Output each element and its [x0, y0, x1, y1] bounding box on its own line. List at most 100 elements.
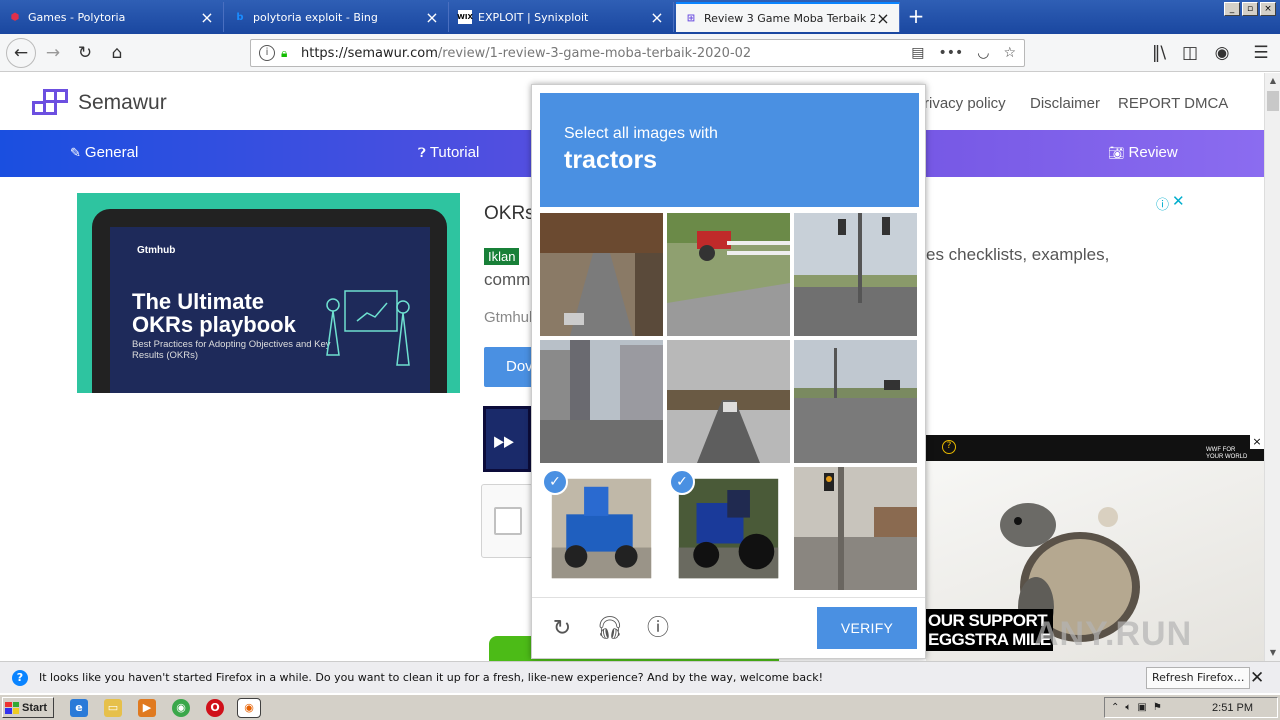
illustration-icon — [326, 290, 410, 366]
close-window-button[interactable]: × — [1260, 2, 1276, 16]
video-close-icon[interactable]: × — [1250, 435, 1264, 449]
okr-ad-banner[interactable]: Gtmhub The Ultimate OKRs playbook Best P… — [77, 193, 460, 393]
ad-brand: Gtmhub — [137, 245, 176, 256]
captcha-tile[interactable] — [794, 213, 917, 336]
start-button[interactable]: Start — [2, 697, 54, 718]
ad-source: Gtmhub — [484, 309, 538, 326]
reader-view-icon[interactable]: ▤ — [911, 45, 924, 61]
ad-info-icon[interactable]: ⓘ — [1156, 194, 1169, 213]
back-button[interactable]: ← — [6, 38, 36, 68]
chrome-icon[interactable]: ◉ — [172, 699, 190, 717]
ad-close-icon[interactable]: ✕ — [1172, 192, 1185, 210]
wwf-logo: WWF FOR YOUR WORLD — [1206, 447, 1248, 460]
help-icon[interactable]: ? — [942, 440, 956, 454]
firefox-icon[interactable]: ◉ — [237, 698, 261, 718]
network-icon[interactable]: ▣ — [1137, 702, 1146, 713]
captcha-tile-selected[interactable]: ✓ — [540, 467, 663, 590]
audio-challenge-icon[interactable]: 🎧︎ — [596, 615, 624, 643]
page-scrollbar[interactable]: ▲ ▼ — [1264, 73, 1280, 661]
home-icon: ⌂ — [111, 43, 123, 63]
scroll-down-icon[interactable]: ▼ — [1265, 645, 1280, 661]
fast-forward-icon: ⏩︎ — [493, 423, 516, 456]
scroll-up-icon[interactable]: ▲ — [1265, 73, 1280, 89]
video-caption-line: EGGSTRA MILE — [928, 630, 1051, 649]
video-caption-line: OUR SUPPORT — [928, 611, 1048, 630]
captcha-target: tractors — [564, 146, 658, 174]
captcha-tile[interactable] — [794, 467, 917, 590]
flag-icon[interactable]: ⚑ — [1153, 702, 1162, 713]
ad-badge: Iklan — [484, 248, 520, 265]
captcha-tile[interactable] — [540, 213, 663, 336]
lock-icon[interactable]: 🔒︎ — [281, 46, 293, 60]
tab-label: polytoria exploit - Bing — [253, 10, 378, 24]
close-tab-icon[interactable]: × — [649, 8, 665, 27]
library-button[interactable]: ‖\ — [1146, 40, 1172, 66]
refresh-firefox-button[interactable]: Refresh Firefox… — [1146, 667, 1251, 689]
disclaimer-link[interactable]: Disclaimer — [1030, 95, 1100, 112]
site-logo[interactable]: Semawur — [32, 89, 167, 117]
bookmark-star-icon[interactable]: ☆ — [1003, 45, 1016, 61]
info-icon[interactable]: i — [259, 45, 275, 61]
captcha-tile[interactable] — [794, 340, 917, 463]
tile-image — [794, 340, 917, 463]
browser-toolbar: ← → ↻ ⌂ i 🔒︎ https://semawur.com/review/… — [0, 34, 1280, 72]
volume-icon[interactable]: 🔈︎ — [1125, 702, 1131, 713]
reload-icon: ↻ — [77, 43, 93, 63]
privacy-policy-link[interactable]: rivacy policy — [924, 95, 1006, 112]
browser-tab-bar: ⬢ Games - Polytoria × b polytoria exploi… — [0, 0, 1280, 34]
url-actions: ▤ ••• ◡ ☆ — [911, 45, 1016, 61]
scrollbar-thumb[interactable] — [1267, 91, 1279, 111]
tile-image — [667, 213, 790, 336]
captcha-checkbox[interactable] — [494, 507, 522, 535]
menu-item-review[interactable]: 📷︎ Review — [1108, 144, 1178, 161]
close-tab-icon[interactable]: × — [424, 8, 440, 27]
captcha-tile[interactable] — [540, 340, 663, 463]
menu-button[interactable]: ☰ — [1248, 40, 1274, 66]
menu-item-general[interactable]: ✎ General — [70, 144, 138, 161]
close-tab-icon[interactable]: × — [199, 8, 215, 27]
reload-button[interactable]: ↻ — [72, 40, 98, 66]
report-dmca-link[interactable]: REPORT DMCA — [1118, 95, 1228, 112]
ad-headline: The Ultimate OKRs playbook — [132, 289, 296, 337]
arrow-right-icon: → — [45, 43, 61, 63]
captcha-tile[interactable] — [667, 340, 790, 463]
page-actions-icon[interactable]: ••• — [938, 45, 963, 61]
captcha-tile-selected[interactable]: ✓ — [667, 467, 790, 590]
tab-games-polytoria[interactable]: ⬢ Games - Polytoria × — [0, 2, 224, 32]
expand-tray-icon[interactable]: ⌃ — [1111, 702, 1119, 713]
home-button[interactable]: ⌂ — [104, 40, 130, 66]
tab-label: Games - Polytoria — [28, 10, 126, 24]
tab-synixploit[interactable]: WIX EXPLOIT | Synixploit × — [450, 2, 674, 32]
video-ad[interactable]: ? × WWF FOR YOUR WORLD OUR SUPPORT EGGST… — [926, 435, 1264, 661]
forward-button[interactable]: → — [40, 40, 66, 66]
tab-review-active[interactable]: ⊞ Review 3 Game Moba Terbaik 2020 × — [676, 2, 900, 32]
account-button[interactable]: ◉ — [1209, 40, 1235, 66]
minimize-button[interactable]: _ — [1224, 2, 1240, 16]
sidebar-icon: ◫ — [1181, 43, 1199, 63]
close-notification-icon[interactable]: ✕ — [1250, 668, 1264, 688]
tab-bing[interactable]: b polytoria exploit - Bing × — [225, 2, 449, 32]
close-tab-icon[interactable]: × — [875, 9, 891, 28]
opera-icon[interactable]: O — [206, 699, 224, 717]
captcha-tile[interactable] — [667, 213, 790, 336]
tile-image — [794, 467, 917, 590]
new-tab-button[interactable]: + — [904, 4, 928, 28]
internet-explorer-icon[interactable]: e — [70, 699, 88, 717]
question-circle-icon: ❓︎ — [418, 144, 426, 160]
url-bar[interactable]: i 🔒︎ https://semawur.com/review/1-review… — [250, 39, 1025, 67]
menu-label: Tutorial — [429, 144, 480, 161]
maximize-button[interactable]: ▫ — [1242, 2, 1258, 16]
url-text[interactable]: https://semawur.com/review/1-review-3-ga… — [301, 46, 911, 61]
menu-item-tutorial[interactable]: ❓︎ Tutorial — [418, 144, 479, 161]
media-player-icon[interactable]: ▶ — [138, 699, 156, 717]
ad-title[interactable]: OKRs — [484, 203, 535, 225]
refresh-icon[interactable]: ↻ — [548, 615, 576, 643]
bing-icon: b — [236, 11, 244, 23]
info-icon[interactable]: ⓘ — [644, 615, 672, 643]
hcaptcha-challenge: Select all images with tractors ✓ ✓ ↻ 🎧︎… — [531, 84, 926, 659]
fast-forward-thumbnail[interactable]: ⏩︎ — [483, 406, 531, 472]
pocket-icon[interactable]: ◡ — [977, 45, 989, 61]
sidebar-button[interactable]: ◫ — [1177, 40, 1203, 66]
folder-icon[interactable]: ▭ — [104, 699, 122, 717]
verify-button[interactable]: VERIFY — [817, 607, 917, 649]
